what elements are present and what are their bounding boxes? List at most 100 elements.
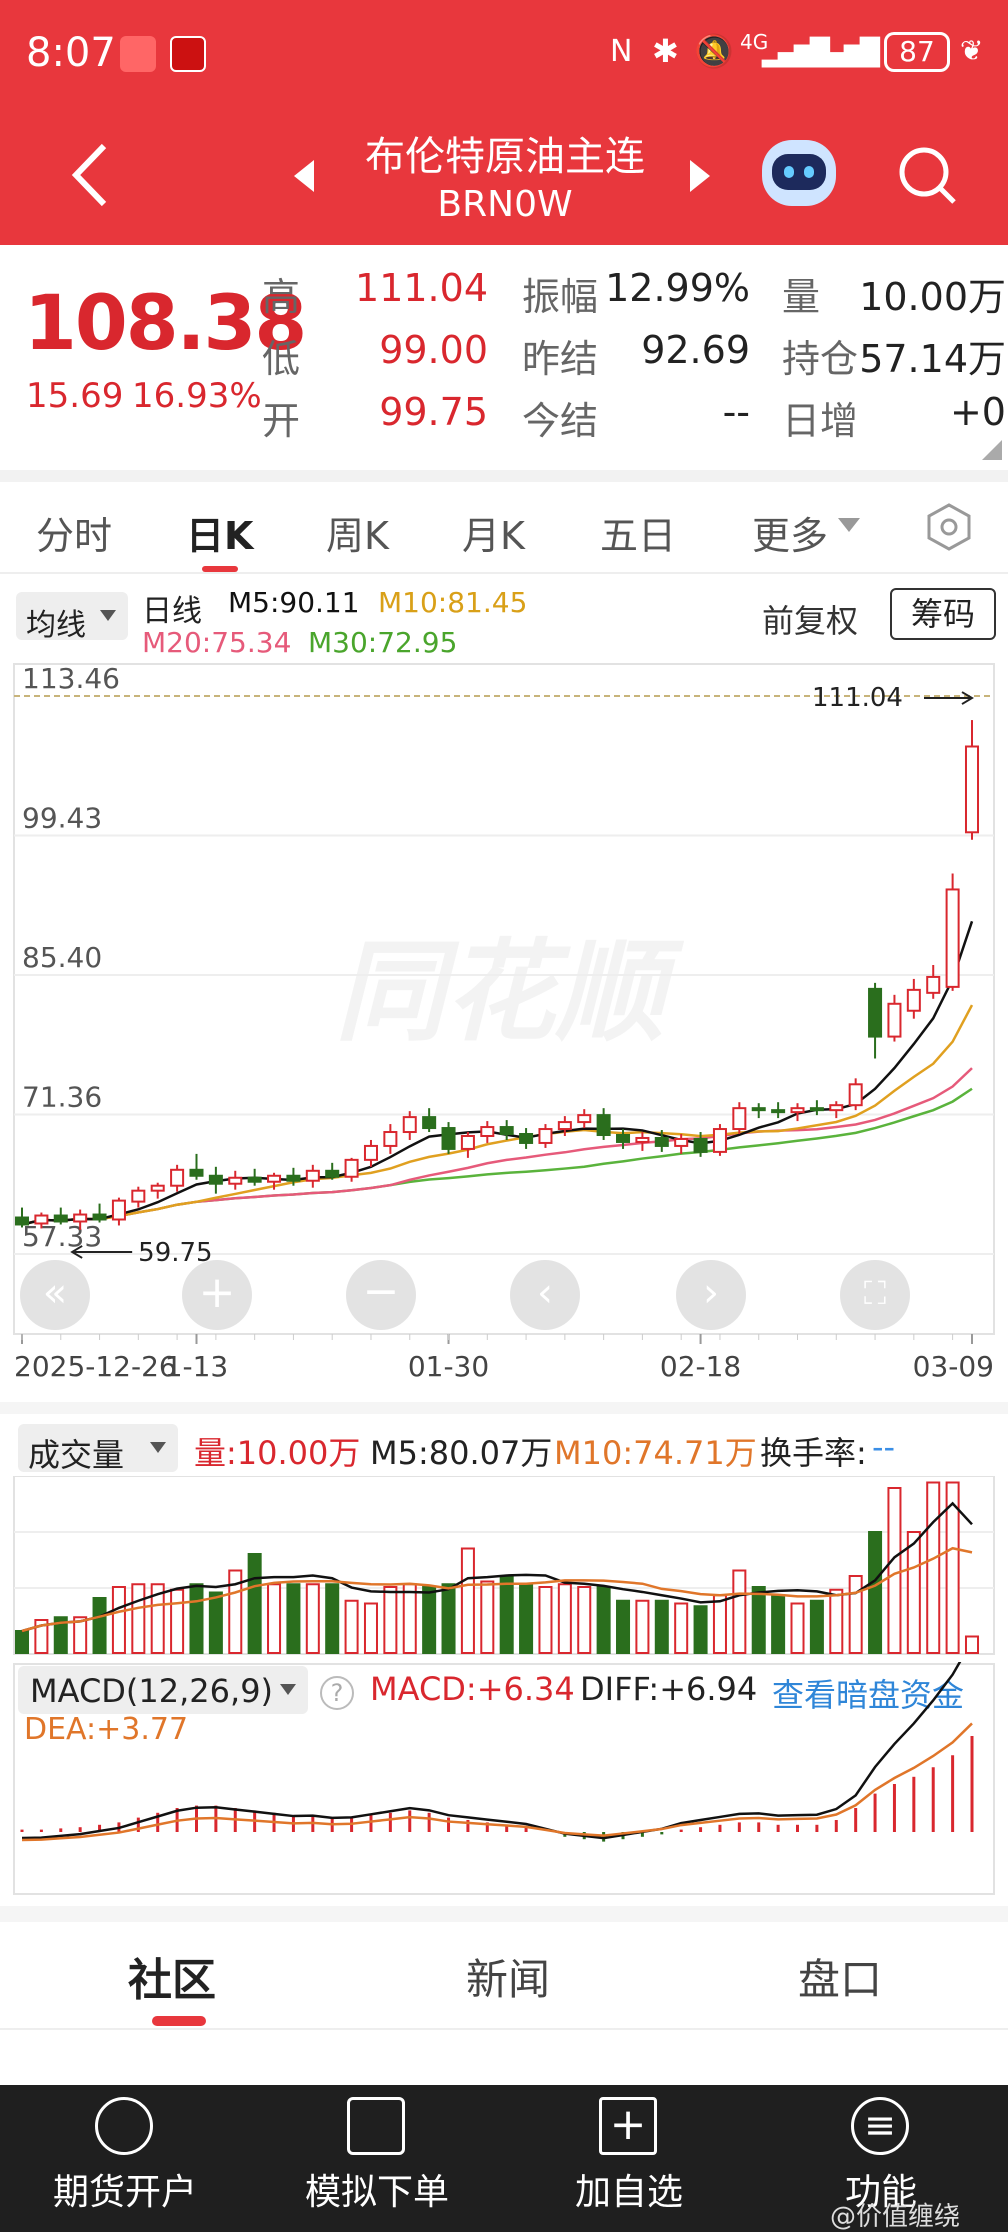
candle [732, 1102, 747, 1135]
candle-body [868, 987, 883, 1038]
nav-open-account[interactable]: 期货开户 [0, 2085, 250, 2232]
candle-body [131, 1189, 146, 1203]
candle-body [208, 1174, 223, 1185]
tab-week-k[interactable]: 周K [326, 505, 389, 560]
kline-x-axis: 2025-12-261-13 01-30 02-18 03-09 [14, 1334, 994, 1380]
candle [577, 1109, 592, 1129]
candle-body [945, 888, 960, 988]
back-icon[interactable] [70, 140, 110, 210]
prev-settle-value: 92.69 [641, 328, 750, 372]
y-tick-label: 99.43 [22, 801, 102, 834]
candle [499, 1120, 514, 1140]
candle [363, 1139, 378, 1167]
candle [519, 1128, 534, 1149]
leaf-icon: ❦ [960, 34, 984, 67]
tab-month-k[interactable]: 月K [462, 505, 525, 560]
nav-simulated-order[interactable]: 模拟下单 [252, 2085, 502, 2232]
volume-bar [189, 1583, 204, 1654]
nfc-icon: N [610, 34, 633, 69]
candle-body [732, 1107, 747, 1131]
scroll-right-icon[interactable]: › [676, 1260, 746, 1330]
open-interest-label: 持仓 [782, 337, 859, 381]
candle-body [111, 1199, 126, 1221]
nav-add-watchlist[interactable]: + 加自选 [504, 2085, 754, 2232]
volume-bar [751, 1586, 766, 1654]
candle [228, 1170, 243, 1190]
volume-bar [771, 1594, 786, 1654]
fast-back-icon[interactable]: « [20, 1260, 90, 1330]
candle [829, 1101, 844, 1119]
volume-bar [363, 1602, 378, 1654]
candle-body [887, 1002, 902, 1038]
chips-button[interactable]: 筹码 [890, 588, 996, 640]
contract-code: BRN0W [437, 184, 573, 225]
high-label: 高 [262, 275, 301, 319]
volume-chart[interactable] [0, 1476, 1008, 1656]
candle [538, 1124, 553, 1148]
expand-corner-icon[interactable] [982, 440, 1002, 460]
volume-bar [635, 1599, 650, 1654]
y-tick-label: 71.36 [22, 1081, 102, 1114]
kline-grid [14, 695, 994, 1255]
ma20-value: M20:75.34 [142, 626, 292, 659]
candle-body [926, 975, 941, 994]
tab-day-k[interactable]: 日K [186, 505, 253, 560]
volume-bar [499, 1575, 514, 1654]
high-value: 111.04 [355, 266, 488, 310]
bluetooth-icon: ✱ [652, 32, 679, 70]
volume-bar [170, 1588, 185, 1654]
zoom-in-icon[interactable]: + [182, 1260, 252, 1330]
candle [596, 1108, 611, 1140]
candle-body [616, 1134, 631, 1143]
ma20-line [21, 1067, 973, 1226]
prev-contract-icon[interactable] [292, 158, 316, 194]
assistant-robot-icon[interactable] [762, 140, 836, 206]
scroll-left-icon[interactable]: ‹ [510, 1260, 580, 1330]
candle [325, 1162, 340, 1180]
document-icon [347, 2097, 405, 2155]
candle [848, 1078, 863, 1111]
candle [460, 1132, 475, 1158]
volume-select[interactable]: 成交量 [18, 1424, 178, 1474]
adjust-mode[interactable]: 前复权 [762, 596, 858, 642]
candle [868, 982, 883, 1059]
fullscreen-icon[interactable]: ⛶ [840, 1260, 910, 1330]
x-tick-label: 1-13 [165, 1350, 229, 1380]
volume-m5: M5:80.07万 [370, 1434, 553, 1472]
volume-bar [247, 1553, 262, 1654]
volume-bar [422, 1586, 437, 1654]
volume-bar [14, 1630, 30, 1654]
volume-bar [964, 1635, 980, 1654]
volume-bar [111, 1586, 126, 1654]
tab-order-book[interactable]: 盘口 [798, 1946, 882, 2007]
tab-community[interactable]: 社区 [128, 1944, 216, 2008]
volume-bar [441, 1583, 456, 1654]
candle [208, 1166, 223, 1194]
low-label: 低 [262, 337, 301, 381]
tab-five-day[interactable]: 五日 [600, 505, 676, 560]
candle-body [751, 1107, 766, 1112]
volume-bar [131, 1583, 146, 1654]
macd-chart[interactable] [0, 1662, 1008, 1898]
search-icon[interactable] [896, 144, 960, 208]
next-contract-icon[interactable] [688, 158, 712, 194]
settings-hexagon-icon[interactable] [924, 502, 974, 552]
ma10-value: M10:81.45 [378, 586, 528, 619]
volume-bar [732, 1569, 747, 1654]
candle [751, 1103, 766, 1119]
candle-body [596, 1114, 611, 1137]
tab-news[interactable]: 新闻 [466, 1946, 550, 2007]
volume-bar [402, 1583, 417, 1654]
candle-body [363, 1144, 378, 1161]
volume-bar [460, 1547, 475, 1654]
macd-frame [13, 1663, 995, 1895]
more-dropdown-icon [838, 518, 860, 532]
tab-timeshare[interactable]: 分时 [36, 505, 112, 560]
volume-bar [267, 1583, 282, 1654]
zoom-out-icon[interactable]: − [346, 1260, 416, 1330]
chevron-down-icon [100, 610, 116, 621]
tab-more[interactable]: 更多 [752, 505, 828, 560]
ma-select[interactable]: 均线 [16, 592, 128, 643]
candle [790, 1103, 805, 1122]
candle-body [538, 1128, 553, 1144]
